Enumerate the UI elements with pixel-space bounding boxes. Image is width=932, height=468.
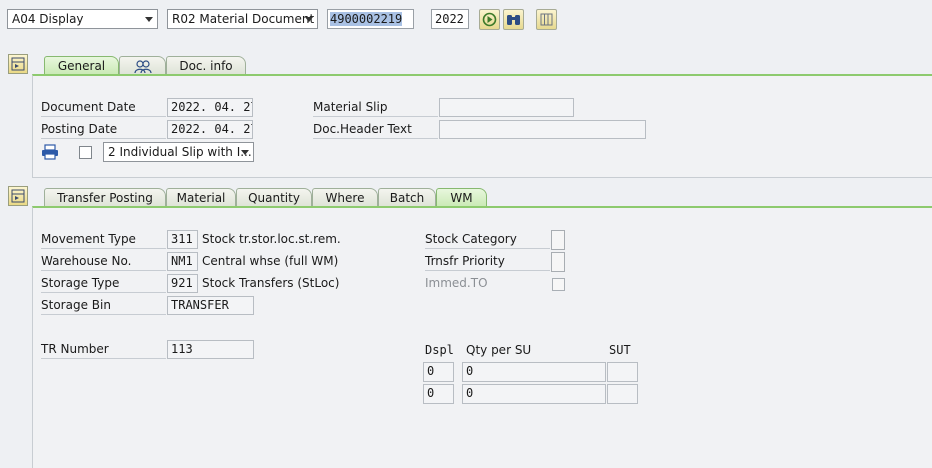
su-row-qty-value: 0	[466, 364, 474, 378]
su-row-sut	[607, 362, 638, 382]
document-date-field: 2022. 04. 27	[167, 98, 253, 117]
tab-quantity[interactable]: Quantity	[236, 188, 312, 207]
material-slip-field	[439, 98, 574, 117]
storage-type-value: 921	[171, 276, 193, 290]
su-row-qty: 0	[462, 384, 606, 404]
stock-category-label: Stock Category	[425, 230, 550, 249]
tr-number-value: 113	[171, 342, 193, 356]
tab-transfer-posting[interactable]: Transfer Posting	[44, 188, 166, 207]
collapse-header-button[interactable]	[8, 54, 28, 74]
document-date-value: 2022. 04. 27	[171, 100, 253, 114]
chevron-down-icon	[241, 150, 249, 155]
document-date-label: Document Date	[41, 98, 166, 117]
year-value: 2022	[435, 12, 464, 26]
execute-icon	[482, 12, 497, 27]
storage-type-field: 921	[167, 274, 198, 293]
transfer-priority-label: Trnsfr Priority	[425, 252, 550, 271]
print-option-dropdown[interactable]: 2 Individual Slip with I...	[103, 142, 254, 162]
doc-header-text-field	[439, 120, 646, 139]
su-col-sut: SUT	[609, 343, 631, 357]
su-row-dspl: 0	[423, 384, 454, 404]
chevron-down-icon	[305, 17, 313, 22]
reference-dropdown-value: R02 Material Document	[172, 12, 315, 26]
storage-type-label: Storage Type	[41, 274, 166, 293]
tab-general-label: General	[57, 59, 106, 73]
tr-number-label: TR Number	[41, 340, 166, 359]
tab-material[interactable]: Material	[166, 188, 236, 207]
printer-icon	[42, 144, 58, 160]
storage-type-text: Stock Transfers (StLoc)	[202, 276, 340, 290]
tr-number-field: 113	[167, 340, 254, 359]
storage-bin-value: TRANSFER	[171, 298, 229, 312]
warehouse-field: NM1	[167, 252, 198, 271]
su-row-qty-value: 0	[466, 386, 474, 400]
stock-category-field	[551, 230, 565, 250]
print-button[interactable]	[40, 143, 60, 161]
partners-icon	[133, 60, 152, 74]
movement-type-text: Stock tr.stor.loc.st.rem.	[202, 232, 341, 246]
doc-header-text-label: Doc.Header Text	[313, 120, 438, 139]
warehouse-value: NM1	[171, 254, 193, 268]
tab-transfer-posting-label: Transfer Posting	[57, 191, 153, 205]
posting-date-value: 2022. 04. 27	[171, 122, 253, 136]
action-dropdown-value: A04 Display	[12, 12, 84, 26]
tab-batch-label: Batch	[389, 191, 425, 205]
tab-quantity-label: Quantity	[248, 191, 300, 205]
tab-general[interactable]: General	[44, 56, 119, 75]
su-row-dspl: 0	[423, 362, 454, 382]
tab-wm[interactable]: WM	[436, 188, 487, 207]
year-input[interactable]: 2022	[431, 9, 469, 29]
execute-button[interactable]	[479, 9, 500, 30]
collapse-section-icon	[11, 57, 25, 71]
grid-icon	[540, 13, 553, 26]
warehouse-label: Warehouse No.	[41, 252, 166, 271]
material-slip-label: Material Slip	[313, 98, 438, 117]
tab-doc-info[interactable]: Doc. info	[166, 56, 246, 75]
tab-batch[interactable]: Batch	[378, 188, 436, 207]
tab-where-label: Where	[325, 191, 365, 205]
collapse-section-icon	[11, 189, 25, 203]
action-dropdown[interactable]: A04 Display	[7, 9, 158, 29]
su-row-sut	[607, 384, 638, 404]
tab-partners[interactable]	[119, 56, 166, 75]
tab-doc-info-label: Doc. info	[179, 59, 233, 73]
transfer-priority-field	[551, 252, 565, 272]
posting-date-label: Posting Date	[41, 120, 166, 139]
immed-to-checkbox	[552, 278, 565, 291]
tab-wm-label: WM	[450, 191, 473, 205]
tab-where[interactable]: Where	[312, 188, 378, 207]
collapse-item-button[interactable]	[8, 186, 28, 206]
su-row-dspl-value: 0	[427, 364, 435, 378]
storage-bin-label: Storage Bin	[41, 296, 166, 315]
su-row-qty: 0	[462, 362, 606, 382]
tab-material-label: Material	[176, 191, 226, 205]
movement-type-label: Movement Type	[41, 230, 166, 249]
movement-type-value: 311	[171, 232, 193, 246]
grid-button[interactable]	[536, 9, 557, 30]
reference-dropdown[interactable]: R02 Material Document	[167, 9, 318, 29]
print-checkbox[interactable]	[79, 146, 92, 159]
chevron-down-icon	[145, 17, 153, 22]
immed-to-label: Immed.TO	[425, 276, 488, 290]
document-number-value: 4900002219	[330, 12, 403, 26]
su-col-qty: Qty per SU	[466, 343, 532, 357]
posting-date-field: 2022. 04. 27	[167, 120, 253, 139]
binoculars-icon	[507, 15, 520, 25]
find-button[interactable]	[503, 9, 524, 30]
document-number-input[interactable]: 4900002219	[327, 9, 414, 29]
movement-type-field: 311	[167, 230, 198, 249]
warehouse-text: Central whse (full WM)	[202, 254, 339, 268]
storage-bin-field: TRANSFER	[167, 296, 254, 315]
su-row-dspl-value: 0	[427, 386, 435, 400]
su-col-dspl: Dspl	[425, 343, 454, 357]
print-option-value: 2 Individual Slip with I...	[108, 145, 252, 159]
